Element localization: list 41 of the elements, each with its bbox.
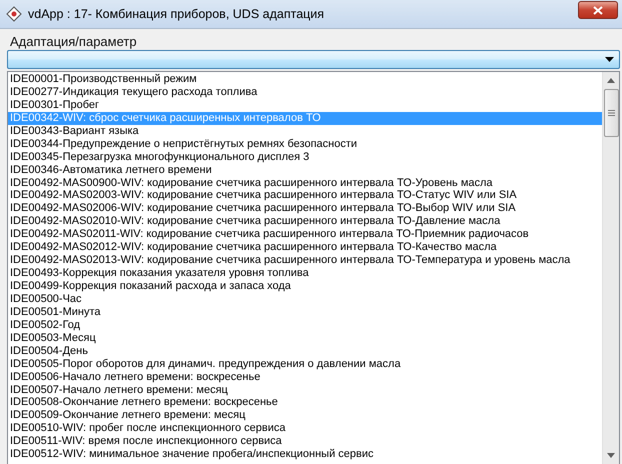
list-item[interactable]: IDE00500-Час xyxy=(8,292,602,306)
list-item[interactable]: IDE00507-Начало летнего времени: месяц xyxy=(8,384,602,396)
list-item[interactable]: IDE00508-Окончание летнего времени: воскресенье xyxy=(8,396,602,410)
grip-icon xyxy=(608,110,614,116)
list-item[interactable]: IDE00499-Коррекция показаний расхода и запаса хода xyxy=(8,280,602,293)
list-item[interactable]: IDE00510-WIV: пробег после инспекционного сервиса xyxy=(8,422,602,436)
scrollbar[interactable] xyxy=(602,72,619,464)
group-label: Адаптация/параметр xyxy=(9,33,138,50)
scroll-thumb[interactable] xyxy=(604,89,618,137)
scroll-down-icon[interactable] xyxy=(607,453,615,458)
list-item[interactable]: IDE00505-Порог оборотов для динамич. предупреждения о давлении масла xyxy=(8,358,602,371)
list-item[interactable]: IDE00492-MAS02003-WIV: кодирование счетчика расширенного интервала ТО-Статус WIV или SIA xyxy=(8,189,602,202)
list-item[interactable]: IDE00504-День xyxy=(8,344,602,358)
list-item[interactable]: IDE00492-MAS02006-WIV: кодирование счетчика расширенного интервала ТО-Выбор WIV или SIA xyxy=(8,202,602,216)
list-item[interactable]: IDE00346-Автоматика летнего времени xyxy=(8,164,602,176)
list-item[interactable]: IDE00492-MAS02013-WIV: кодирование счетчика расширенного интервала ТО-Температура и уровень масла xyxy=(8,254,602,268)
close-icon xyxy=(593,6,603,14)
list-item[interactable]: IDE00503-Месяц xyxy=(8,332,602,345)
scroll-up-icon[interactable] xyxy=(607,78,615,83)
list-item[interactable]: IDE00301-Пробег xyxy=(8,98,602,112)
close-button[interactable] xyxy=(578,1,618,19)
window-title: vdApp : 17- Комбинация приборов, UDS адаптация xyxy=(28,7,326,21)
list-item[interactable]: IDE00502-Год xyxy=(8,318,602,332)
list-item[interactable]: IDE00501-Минута xyxy=(8,306,602,319)
list-item[interactable]: IDE00001-Производственный режим xyxy=(8,73,602,86)
app-icon xyxy=(6,6,22,22)
list-item[interactable]: IDE00345-Перезагрузка многофункционального дисплея 3 xyxy=(8,150,602,164)
list-item[interactable]: IDE00493-Коррекция показания указателя уровня топлива xyxy=(8,267,602,280)
list-item[interactable]: IDE00492-MAS02010-WIV: кодирование счетчика расширенного интервала ТО-Давление масла xyxy=(8,215,602,228)
list-item[interactable]: IDE00277-Индикация текущего расхода топлива xyxy=(8,86,602,99)
list-item[interactable]: IDE00344-Предупреждение о непристёгнутых ремнях безопасности xyxy=(8,138,602,151)
list-item[interactable]: IDE00492-MAS00900-WIV: кодирование счетчика расширенного интервала ТО-Уровень масла xyxy=(8,176,602,190)
list-item[interactable]: IDE00509-Окончание летнего времени: месяц xyxy=(8,409,602,422)
list-item[interactable]: IDE00492-MAS02012-WIV: кодирование счетчика расширенного интервала ТО-Качество масла xyxy=(8,241,602,254)
list-item[interactable]: IDE00492-MAS02011-WIV: кодирование счетчика расширенного интервала ТО-Приемник радиочасов xyxy=(8,228,602,242)
dropdown[interactable] xyxy=(7,50,620,69)
list-item[interactable]: IDE00511-WIV: время после инспекционного сервиса xyxy=(8,435,602,448)
list-item[interactable]: IDE00512-WIV: минимальное значение пробега/инспекционный сервис xyxy=(8,448,602,462)
list-item[interactable]: IDE00343-Вариант языка xyxy=(8,124,602,138)
list-item[interactable]: IDE00506-Начало летнего времени: воскресенье xyxy=(8,370,602,384)
dropdown-arrow-icon xyxy=(605,57,614,62)
